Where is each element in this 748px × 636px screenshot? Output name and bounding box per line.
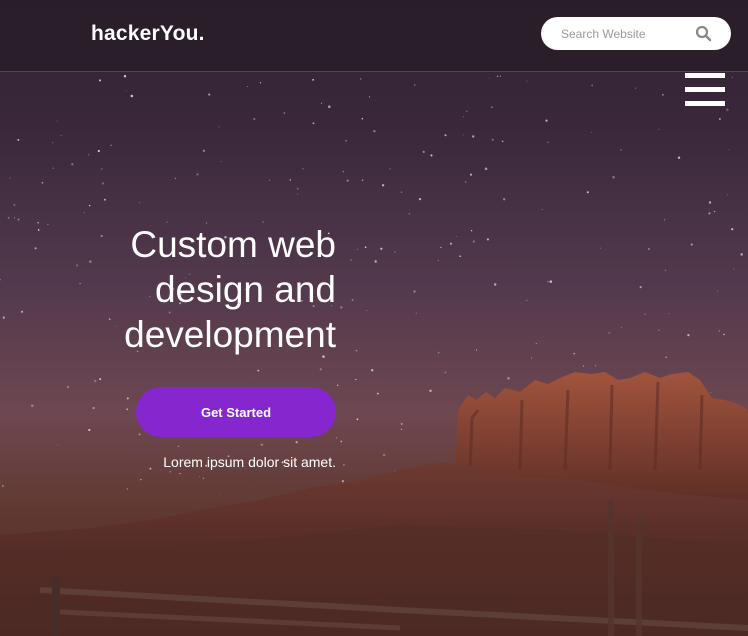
hero-headline: Custom web design and development bbox=[124, 224, 336, 355]
search-icon bbox=[695, 25, 712, 42]
search-bar bbox=[541, 17, 731, 50]
hero-section: hackerYou. Custom web design and develop… bbox=[0, 0, 748, 636]
search-input[interactable] bbox=[561, 25, 691, 43]
menu-bar bbox=[685, 73, 725, 78]
get-started-button[interactable]: Get Started bbox=[136, 387, 336, 437]
menu-bar bbox=[685, 101, 725, 106]
site-header: hackerYou. bbox=[0, 0, 748, 72]
site-logo[interactable]: hackerYou. bbox=[91, 22, 205, 46]
hamburger-menu-icon[interactable] bbox=[685, 72, 725, 106]
search-button[interactable] bbox=[694, 24, 714, 44]
menu-bar bbox=[685, 87, 725, 92]
hero-tagline: Lorem ipsum dolor sit amet. bbox=[163, 454, 336, 470]
